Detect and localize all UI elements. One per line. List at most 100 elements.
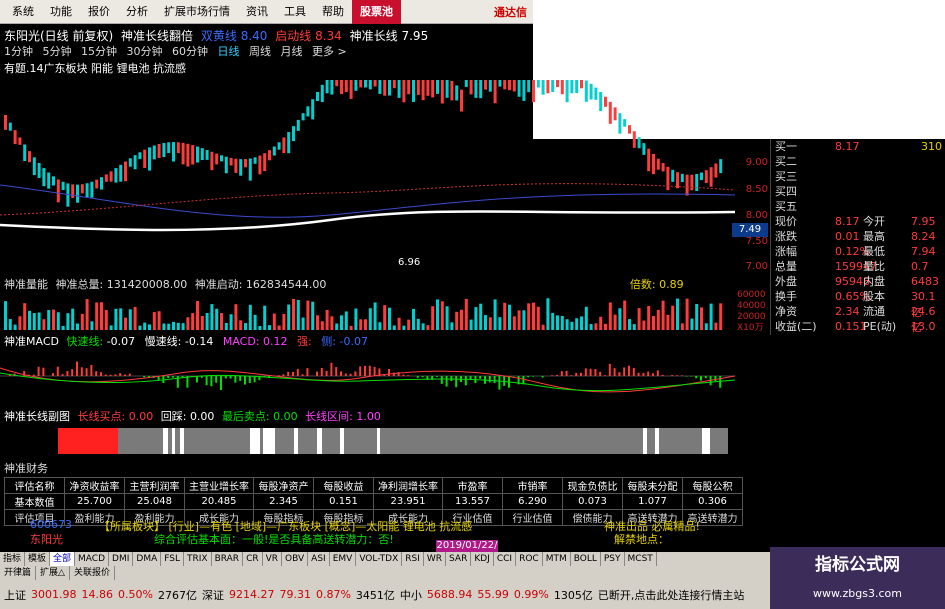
candle <box>455 85 459 101</box>
tab-15[interactable]: RSI <box>402 552 424 566</box>
tab-9[interactable]: CR <box>243 552 263 566</box>
period-1m[interactable]: 1分钟 <box>4 45 33 58</box>
period-5m[interactable]: 5分钟 <box>43 45 72 58</box>
menu-quote[interactable]: 报价 <box>80 0 118 24</box>
menu-tools[interactable]: 工具 <box>276 0 314 24</box>
candle <box>575 80 579 94</box>
macd-bar <box>354 371 357 376</box>
tab-2[interactable]: 全部 <box>50 552 76 566</box>
tab-8[interactable]: BRAR <box>212 552 244 566</box>
macd-j: -0.07 <box>339 335 368 348</box>
longline-chart[interactable] <box>0 425 735 457</box>
candle <box>52 176 55 186</box>
tab-13[interactable]: EMV <box>330 552 357 566</box>
volume-bar <box>196 301 199 330</box>
menu-extended-market[interactable]: 扩展市场行情 <box>156 0 238 24</box>
tab-11[interactable]: OBV <box>282 552 309 566</box>
candle <box>167 142 171 154</box>
finance-row: 评估名称 净资收益率 主营利润率 主营业增长率 每股净资产 每股收益 净利润增长率 市盈率 市销… <box>4 477 743 494</box>
volume-bar <box>421 323 425 330</box>
tab-4[interactable]: DMI <box>109 552 134 566</box>
quote-label: 收益(二) <box>775 320 817 333</box>
tab-1[interactable]: 模板 <box>25 552 51 566</box>
candle <box>272 146 276 156</box>
tab-3[interactable]: MACD <box>75 552 110 566</box>
period-month[interactable]: 月线 <box>281 45 303 58</box>
menu-system[interactable]: 系统 <box>4 0 42 24</box>
volume-bar <box>493 299 497 330</box>
volume-bar <box>191 313 195 330</box>
candle <box>431 80 435 98</box>
tab-12[interactable]: ASI <box>308 552 330 566</box>
volume-bar <box>186 317 190 330</box>
quote-label: 买三 <box>775 170 797 183</box>
menu-help[interactable]: 帮助 <box>314 0 352 24</box>
volume-bar <box>13 324 17 330</box>
volume-bar <box>604 323 607 330</box>
candle <box>508 80 511 91</box>
tab-17[interactable]: SAR <box>446 552 472 566</box>
period-bar: 1分钟 5分钟 15分钟 30分钟 60分钟 日线 周线 月线 更多 > <box>4 43 347 59</box>
candle <box>181 142 185 165</box>
period-60m[interactable]: 60分钟 <box>172 45 208 58</box>
candle <box>474 80 478 98</box>
tab-16[interactable]: WR <box>424 552 447 566</box>
candle <box>138 152 142 160</box>
macd-bar <box>128 373 131 376</box>
menu-function[interactable]: 功能 <box>42 0 80 24</box>
kline-chart[interactable]: 6.96 <box>0 75 735 275</box>
macd-bar <box>37 366 40 376</box>
menu-stock-pool[interactable]: 股票池 <box>352 0 401 24</box>
menu-analysis[interactable]: 分析 <box>118 0 156 24</box>
period-15m[interactable]: 15分钟 <box>81 45 117 58</box>
macd-bar <box>335 367 338 376</box>
candle <box>76 184 79 203</box>
bottom-tab-1[interactable]: 扩展△ <box>36 566 70 580</box>
volume-bar <box>632 324 636 330</box>
tab-23[interactable]: PSY <box>601 552 625 566</box>
tab-19[interactable]: CCI <box>494 552 517 566</box>
tab-10[interactable]: VR <box>263 552 283 566</box>
tab-0[interactable]: 指标 <box>0 552 26 566</box>
macd-chart[interactable] <box>0 348 735 404</box>
tab-21[interactable]: MTM <box>543 552 571 566</box>
macd-bar <box>656 370 659 376</box>
volume-bar <box>80 313 84 330</box>
sz-change: 79.31 <box>279 588 311 601</box>
tab-14[interactable]: VOL-TDX <box>356 552 403 566</box>
evaluation: 综合评估基本面：一般!是否具备高送转潜力：否! <box>154 533 394 546</box>
candle <box>652 153 655 175</box>
macd-bar <box>52 373 54 376</box>
candle <box>8 122 12 131</box>
macd-k-label: 侧: <box>321 335 336 348</box>
bottom-tab-2[interactable]: 关联报价 <box>70 566 115 580</box>
tab-24[interactable]: MCST <box>625 552 657 566</box>
volume-bar <box>652 316 655 330</box>
volume-bar <box>205 312 209 330</box>
candle <box>541 80 545 95</box>
period-day[interactable]: 日线 <box>218 45 240 58</box>
tab-7[interactable]: TRIX <box>184 552 212 566</box>
candle <box>589 83 593 100</box>
period-30m[interactable]: 30分钟 <box>127 45 163 58</box>
candle <box>128 158 132 167</box>
tab-18[interactable]: KDJ <box>471 552 494 566</box>
volume-bar <box>229 314 233 330</box>
menu-news[interactable]: 资讯 <box>238 0 276 24</box>
volume-bar <box>287 304 291 330</box>
volume-chart[interactable] <box>0 290 735 332</box>
tab-22[interactable]: BOLL <box>571 552 601 566</box>
period-more[interactable]: 更多 > <box>312 45 347 58</box>
tab-20[interactable]: ROC <box>516 552 543 566</box>
volume-bar <box>551 312 555 330</box>
tab-5[interactable]: DMA <box>133 552 162 566</box>
volume-bar <box>431 306 435 330</box>
period-week[interactable]: 周线 <box>249 45 271 58</box>
macd-bar <box>700 376 702 381</box>
candle <box>469 80 473 95</box>
volume-bar <box>589 324 593 330</box>
bottom-tab-0[interactable]: 开律篇 <box>0 566 37 580</box>
connection-status[interactable]: 已断开,点击此处连接行情主站 <box>598 587 745 603</box>
tab-6[interactable]: FSL <box>161 552 184 566</box>
ind-c-val: 7.95 <box>401 29 429 43</box>
